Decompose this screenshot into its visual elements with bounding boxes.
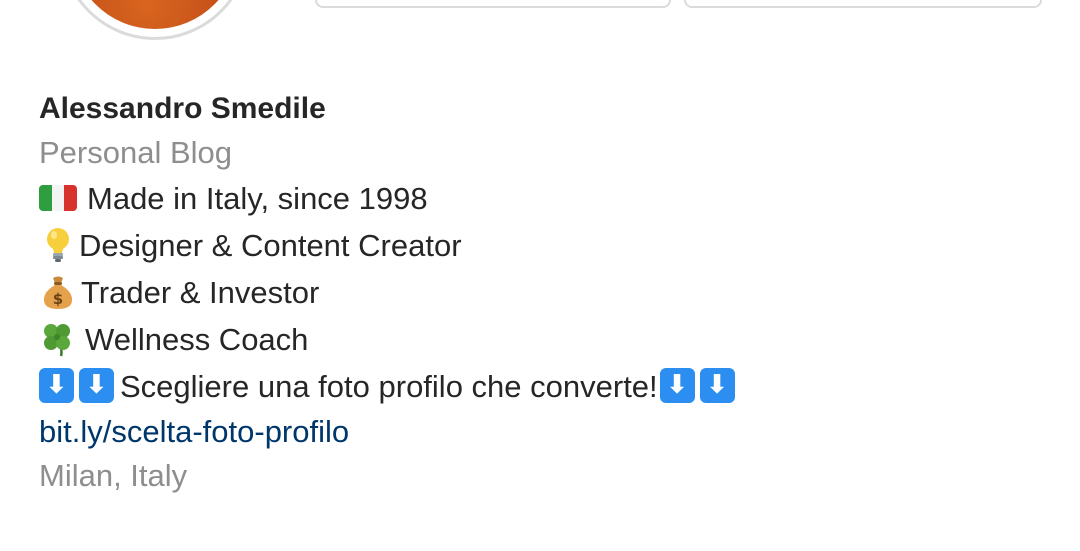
bio-line-trading: $ Trader & Investor: [39, 269, 1039, 316]
down-arrow-icon: ⬇: [659, 368, 695, 404]
profile-bio: Alessandro Smedile Personal Blog Made in…: [39, 86, 1039, 498]
follow-button[interactable]: [315, 0, 671, 8]
bio-line-text: Trader & Investor: [81, 275, 320, 310]
bio-line-text: Designer & Content Creator: [79, 228, 462, 263]
bio-line-profession: Designer & Content Creator: [39, 222, 1039, 269]
down-arrow-icon: ⬇: [699, 368, 735, 404]
bio-line-cta: ⬇ ⬇ Scegliere una foto profilo che convert…: [39, 363, 1039, 410]
profile-category: Personal Blog: [39, 135, 233, 170]
light-bulb-icon: [47, 227, 69, 262]
profile-website-link[interactable]: bit.ly/scelta-foto-profilo: [39, 410, 1039, 454]
avatar-image: [71, 0, 239, 29]
svg-text:$: $: [53, 290, 63, 308]
message-button[interactable]: [684, 0, 1042, 8]
bio-line-text: Scegliere una foto profilo che converte!: [120, 369, 658, 404]
down-arrow-icon: ⬇: [79, 368, 114, 404]
bio-line-text: Wellness Coach: [85, 322, 309, 357]
profile-location: Milan, Italy: [39, 458, 188, 493]
money-bag-icon: $: [43, 276, 73, 309]
profile-avatar[interactable]: [60, 0, 250, 40]
down-arrow-icon: ⬇: [39, 368, 74, 404]
bio-line-wellness: Wellness Coach: [39, 316, 1039, 363]
italy-flag-icon: [39, 184, 77, 211]
bio-line-text: Made in Italy, since 1998: [87, 181, 428, 216]
profile-name: Alessandro Smedile: [39, 92, 326, 125]
four-leaf-clover-icon: [44, 323, 70, 357]
bio-line-origin: Made in Italy, since 1998: [39, 175, 1039, 222]
